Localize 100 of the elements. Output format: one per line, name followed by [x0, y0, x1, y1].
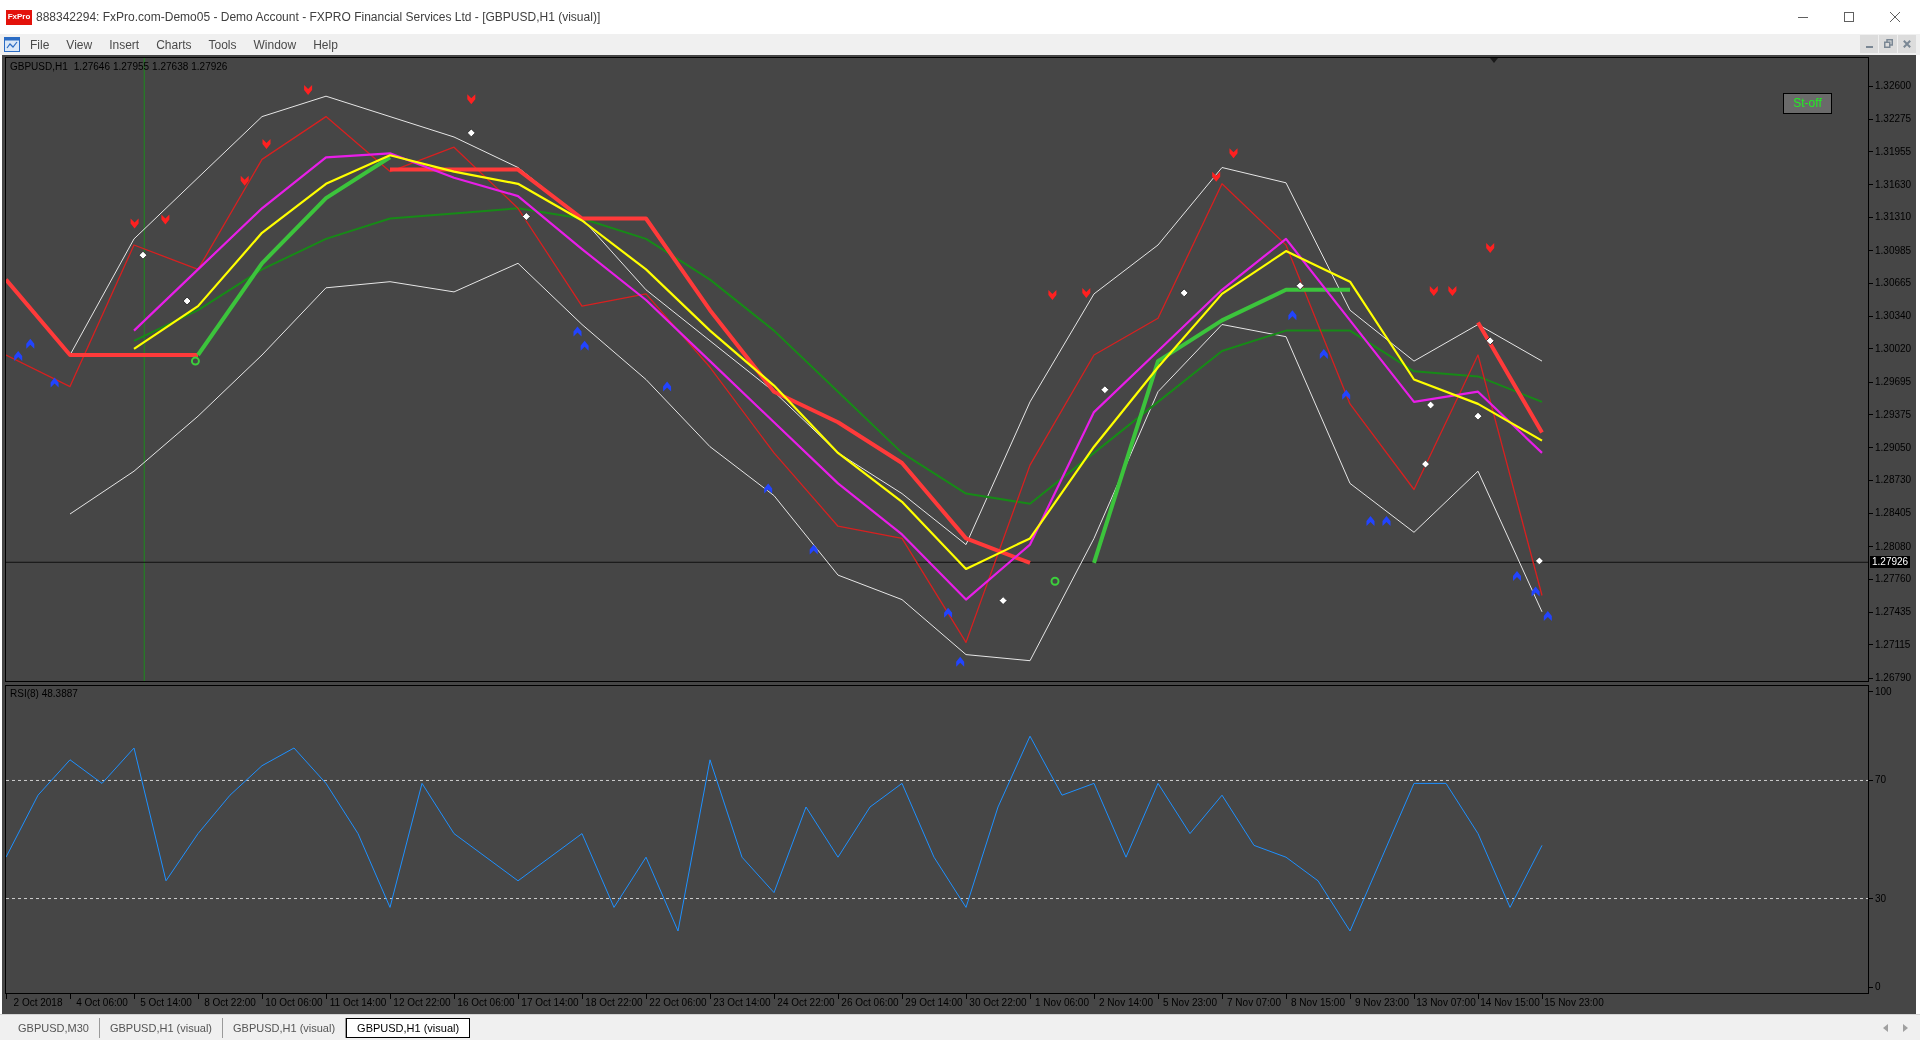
date-axis-label: 9 Nov 23:00	[1355, 997, 1409, 1009]
chart-tab[interactable]: GBPUSD,H1 (visual)	[346, 1018, 471, 1038]
up-arrow-icon	[1531, 586, 1540, 597]
ohlc-value: 1.27646	[73, 61, 110, 73]
date-axis-label: 29 Oct 14:00	[905, 997, 963, 1009]
down-arrow-icon	[1486, 243, 1495, 254]
window-title: 888342294: FxPro.com-Demo05 - Demo Account - FXPRO Financial Services Ltd - [GBPUSD,H1 (visual)]	[36, 9, 601, 26]
down-arrow-icon	[1082, 287, 1091, 298]
diamond-icon	[1179, 288, 1189, 298]
diamond-icon	[521, 212, 531, 221]
up-arrow-icon	[1366, 516, 1375, 527]
up-arrow-icon	[1319, 349, 1328, 359]
date-axis-label: 15 Nov 23:00	[1544, 997, 1604, 1009]
ring-icon	[1050, 576, 1060, 586]
date-axis-label: 18 Oct 22:00	[585, 997, 643, 1009]
menu-item[interactable]: Charts	[156, 36, 192, 53]
axis-label: 1.32600	[1875, 80, 1912, 92]
restore-icon	[1883, 39, 1893, 48]
close-icon	[1890, 12, 1900, 22]
down-arrow-icon	[161, 214, 170, 225]
date-axis-label: 7 Nov 07:00	[1227, 997, 1281, 1009]
down-arrow-icon	[1229, 148, 1238, 159]
diamond-icon	[998, 596, 1008, 606]
date-axis-label: 13 Nov 07:00	[1416, 997, 1476, 1009]
axis-label: 1.27115	[1875, 638, 1911, 651]
restore-button[interactable]	[1879, 34, 1897, 53]
menu-item[interactable]: Insert	[109, 36, 140, 53]
up-arrow-icon	[1513, 571, 1521, 582]
date-axis-label: 22 Oct 06:00	[649, 997, 707, 1009]
up-arrow-icon	[764, 483, 773, 494]
axis-label: 1.27435	[1875, 606, 1912, 619]
up-arrow-icon	[1342, 389, 1351, 400]
date-axis-label: 2 Nov 14:00	[1099, 997, 1153, 1009]
scroll-right-icon	[1902, 1024, 1908, 1032]
diamond-icon	[1485, 336, 1495, 346]
axis-label: 1.28730	[1875, 474, 1912, 487]
ohlc-value: 1.27926	[191, 61, 228, 73]
date-axis-label: 5 Oct 14:00	[140, 997, 192, 1009]
date-axis-label: 14 Nov 15:00	[1480, 997, 1540, 1009]
chart-tab[interactable]: GBPUSD,H1 (visual)	[99, 1018, 223, 1038]
up-arrow-icon	[809, 544, 818, 555]
diamond-icon	[1421, 459, 1430, 469]
app-logo: FxPro	[6, 9, 32, 25]
menu-item[interactable]: Tools	[208, 36, 237, 53]
menu-item[interactable]: Help	[313, 36, 338, 53]
chart-window-icon[interactable]	[4, 37, 20, 52]
date-axis-label: 30 Oct 22:00	[969, 997, 1027, 1009]
axis-label: 1.29375	[1875, 408, 1912, 421]
down-arrow-icon	[1429, 285, 1438, 296]
up-arrow-icon	[956, 656, 965, 667]
date-axis-label: 10 Oct 06:00	[265, 997, 323, 1009]
diamond-icon	[1534, 556, 1544, 566]
up-arrow-icon	[50, 377, 59, 388]
up-arrow-icon	[573, 326, 582, 337]
date-axis-label: 17 Oct 14:00	[521, 997, 579, 1009]
minimize-button[interactable]	[1860, 34, 1878, 53]
chart-tab[interactable]: GBPUSD,M30	[8, 1018, 100, 1038]
date-axis-label: 16 Oct 06:00	[457, 997, 515, 1009]
indicator-label: RSI(8) 48.3887	[10, 688, 78, 700]
menu-item[interactable]: Window	[253, 36, 297, 53]
ohlc-value: 1.27955	[112, 61, 150, 73]
down-arrow-icon	[1048, 289, 1057, 300]
date-axis-label: 1 Nov 06:00	[1035, 997, 1089, 1009]
up-arrow-icon	[14, 351, 23, 361]
menu-item[interactable]: File	[30, 36, 50, 53]
up-arrow-icon	[1543, 610, 1552, 621]
date-axis-label: 8 Oct 22:00	[204, 997, 256, 1009]
axis-label: 70	[1875, 774, 1887, 787]
date-axis-label: 4 Oct 06:00	[76, 997, 128, 1009]
scroll-left-icon	[1882, 1024, 1888, 1032]
down-arrow-icon	[240, 175, 249, 186]
date-axis-label: 23 Oct 14:00	[713, 997, 771, 1009]
up-arrow-icon	[26, 338, 35, 349]
date-axis-label: 12 Oct 22:00	[393, 997, 451, 1009]
axis-label: 1.30020	[1875, 342, 1912, 355]
date-axis-label: 11 Oct 14:00	[329, 997, 387, 1009]
down-arrow-icon	[1448, 285, 1457, 296]
date-axis-label: 24 Oct 22:00	[777, 997, 835, 1009]
down-arrow-icon	[130, 218, 139, 229]
up-arrow-icon	[1288, 310, 1297, 321]
down-arrow-icon	[467, 94, 476, 105]
chart-button[interactable]: St-off	[1783, 93, 1832, 114]
axis-label: 1.32275	[1875, 113, 1912, 126]
close-icon	[1903, 39, 1911, 48]
axis-label: 1.31310	[1875, 211, 1912, 224]
diamond-icon	[1473, 411, 1483, 421]
minimize-icon	[1865, 45, 1873, 48]
close-button[interactable]	[1898, 34, 1916, 53]
diamond-icon	[466, 128, 476, 138]
up-arrow-icon	[580, 340, 589, 351]
axis-label: 1.30665	[1875, 277, 1912, 290]
menu-item[interactable]: View	[66, 36, 93, 53]
axis-label: 1.28080	[1875, 540, 1912, 553]
axis-label: 1.30340	[1875, 310, 1912, 323]
axis-label: 1.30985	[1875, 244, 1912, 257]
ring-icon	[190, 356, 200, 366]
axis-label: 1.28405	[1875, 507, 1912, 520]
date-axis-label: 2 Oct 2018	[13, 997, 63, 1009]
axis-label: 1.27760	[1875, 573, 1912, 586]
diamond-icon	[1426, 400, 1436, 410]
